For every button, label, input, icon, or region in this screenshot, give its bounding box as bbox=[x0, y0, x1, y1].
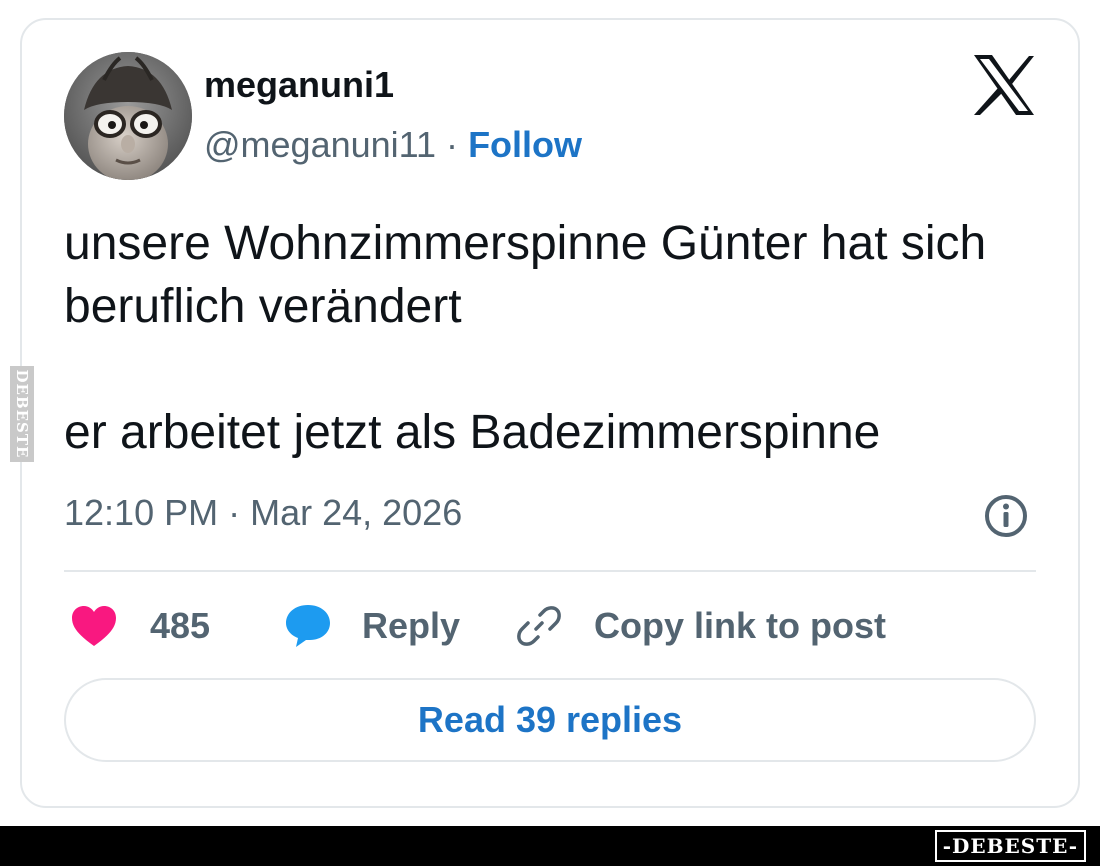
handle-separator: · bbox=[446, 124, 459, 165]
like-button[interactable]: 485 bbox=[70, 598, 210, 654]
link-icon bbox=[517, 606, 561, 646]
handle[interactable]: @meganuni11 bbox=[204, 124, 436, 165]
x-logo-icon[interactable] bbox=[972, 54, 1036, 116]
display-name[interactable]: meganuni1 bbox=[204, 64, 394, 106]
speech-bubble-icon bbox=[286, 605, 330, 647]
tweet-text: unsere Wohnzimmerspinne Günter hat sich … bbox=[64, 212, 1024, 464]
like-count: 485 bbox=[150, 605, 211, 646]
tweet-text-paragraph: er arbeitet jetzt als Badezimmerspinne bbox=[64, 406, 881, 459]
watermark-logo: -DEBESTE- bbox=[934, 830, 1086, 862]
follow-link[interactable]: Follow bbox=[468, 124, 582, 165]
footer-bar: -DEBESTE- bbox=[0, 826, 1100, 866]
side-watermark-text: DEBESTE bbox=[13, 369, 31, 459]
handle-row: @meganuni11 · Follow bbox=[204, 124, 582, 166]
read-replies-button[interactable]: Read 39 replies bbox=[64, 678, 1036, 762]
side-watermark: DEBESTE bbox=[10, 366, 34, 462]
timestamp[interactable]: 12:10 PM · Mar 24, 2026 bbox=[64, 492, 462, 534]
tweet-text-paragraph: unsere Wohnzimmerspinne Günter hat sich … bbox=[64, 217, 987, 333]
reply-button[interactable]: Reply bbox=[284, 598, 460, 654]
divider bbox=[64, 570, 1036, 572]
heart-icon bbox=[72, 606, 116, 646]
info-icon[interactable] bbox=[983, 493, 1029, 539]
copy-link-label: Copy link to post bbox=[594, 605, 886, 646]
copy-link-button[interactable]: Copy link to post bbox=[516, 598, 886, 654]
avatar-image bbox=[64, 52, 192, 180]
reply-label: Reply bbox=[362, 605, 461, 646]
avatar[interactable] bbox=[64, 52, 192, 180]
